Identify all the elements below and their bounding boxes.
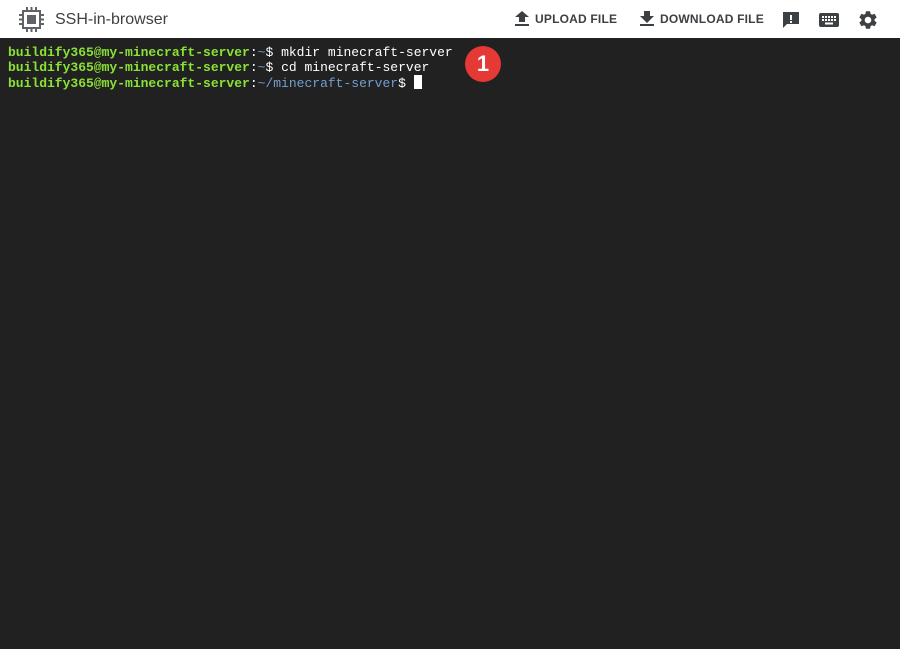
keyboard-icon[interactable]	[818, 9, 840, 31]
terminal-cursor	[413, 75, 422, 89]
prompt-user: buildify365@my-minecraft-server	[8, 60, 250, 75]
prompt-user: buildify365@my-minecraft-server	[8, 45, 250, 60]
feedback-icon[interactable]	[780, 9, 802, 31]
top-toolbar: SSH-in-browser UPLOAD FILE DOWNLOAD FILE	[0, 0, 900, 38]
download-icon	[640, 11, 654, 26]
terminal[interactable]: buildify365@my-minecraft-server:~$ mkdir…	[0, 38, 900, 649]
upload-file-label: UPLOAD FILE	[535, 12, 618, 26]
prompt-colon: :	[249, 45, 258, 60]
gear-icon[interactable]	[857, 9, 879, 31]
download-file-button[interactable]: DOWNLOAD FILE	[640, 8, 764, 30]
prompt-colon: :	[249, 76, 258, 91]
prompt-user: buildify365@my-minecraft-server	[8, 76, 250, 91]
download-file-label: DOWNLOAD FILE	[660, 12, 764, 26]
chip-icon	[19, 7, 44, 32]
upload-icon	[515, 11, 529, 26]
step-badge: 1	[465, 46, 501, 82]
terminal-line: buildify365@my-minecraft-server:~$ mkdir…	[8, 45, 900, 60]
prompt-path: ~/minecraft-server	[257, 76, 399, 91]
terminal-line: buildify365@my-minecraft-server:~$ cd mi…	[8, 60, 900, 75]
terminal-line: buildify365@my-minecraft-server:~/minecr…	[8, 75, 900, 91]
prompt-dollar: $	[398, 76, 406, 91]
terminal-command: cd minecraft-server	[273, 60, 430, 75]
upload-file-button[interactable]: UPLOAD FILE	[515, 8, 617, 30]
prompt-colon: :	[249, 60, 258, 75]
app-title: SSH-in-browser	[55, 11, 168, 28]
terminal-command: mkdir minecraft-server	[273, 45, 453, 60]
